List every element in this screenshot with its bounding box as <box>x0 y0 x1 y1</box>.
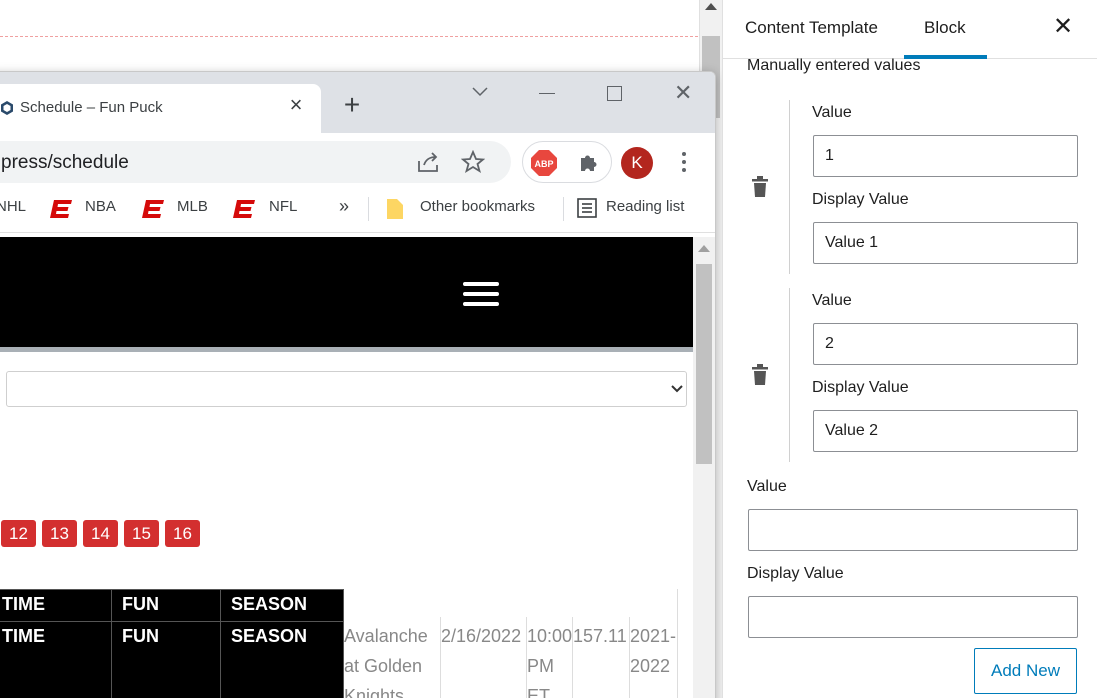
address-bar[interactable]: press/schedule <box>0 141 511 183</box>
table-cell-date: 2/16/2022 <box>441 626 522 646</box>
table-divider <box>677 589 678 698</box>
tab-close-icon[interactable]: × <box>286 94 306 116</box>
screen: Schedule – Fun Puck × + ✕ press/schedule <box>0 0 1097 698</box>
time-line: PM <box>527 656 554 676</box>
close-sidebar-icon[interactable]: ✕ <box>1053 15 1073 39</box>
sidebar-tabs: Content Template Block ✕ <box>723 0 1097 59</box>
bookmark-mlb[interactable]: MLB <box>177 198 208 215</box>
trash-icon[interactable] <box>751 364 769 386</box>
url-text: press/schedule <box>1 152 129 173</box>
bookmark-star-icon[interactable] <box>461 150 485 174</box>
value-input[interactable]: 2 <box>813 323 1078 365</box>
browser-window: Schedule – Fun Puck × + ✕ press/schedule <box>0 71 716 698</box>
schedule-filter-select[interactable] <box>6 371 687 407</box>
scroll-up-arrow-icon[interactable] <box>698 245 710 252</box>
site-favicon-icon <box>1 101 13 115</box>
tab-content-template[interactable]: Content Template <box>745 18 878 38</box>
value-input[interactable]: 1 <box>813 135 1078 177</box>
bookmark-nfl[interactable]: NFL <box>269 198 297 215</box>
page-button[interactable]: 13 <box>42 520 77 547</box>
bookmark-nba[interactable]: NBA <box>85 198 116 215</box>
browser-toolbar: press/schedule ABP K <box>0 133 715 185</box>
page-button[interactable]: 15 <box>124 520 159 547</box>
table-cell-fun: 157.11 <box>573 626 627 646</box>
profile-avatar[interactable]: K <box>621 147 653 179</box>
espn-icon <box>233 200 255 218</box>
page-button[interactable]: 16 <box>165 520 200 547</box>
matchup-line: Avalanche <box>344 626 428 646</box>
header-cell-time: TIME <box>0 621 112 698</box>
entry-group-border <box>789 288 790 462</box>
block-settings-sidebar: Content Template Block ✕ Manually entere… <box>722 0 1097 698</box>
value-label: Value <box>812 292 852 309</box>
other-bookmarks[interactable]: Other bookmarks <box>420 198 535 215</box>
reading-list[interactable]: Reading list <box>606 198 684 215</box>
header-cell-fun: FUN <box>111 621 221 698</box>
browser-menu-kebab-icon[interactable] <box>681 151 687 173</box>
season-line: 2022 <box>630 656 671 676</box>
abp-label: ABP <box>534 159 553 169</box>
new-display-value-input[interactable] <box>748 596 1078 638</box>
time-line: ET <box>527 686 551 698</box>
share-icon[interactable] <box>416 151 440 173</box>
display-value-label: Display Value <box>812 379 909 396</box>
chevron-down-icon <box>671 385 683 393</box>
time-line: 10:00 <box>527 626 573 646</box>
header-cell-fun: FUN <box>111 589 221 622</box>
section-title: Manually entered values <box>747 57 921 74</box>
site-header <box>0 237 693 352</box>
display-value-input[interactable]: Value 1 <box>813 222 1078 264</box>
season-line: 2021- <box>630 626 677 646</box>
entry-group-border <box>789 100 790 274</box>
espn-icon <box>142 200 164 218</box>
table-header-row: TIME FUN SEASON <box>0 621 344 698</box>
close-window-icon[interactable]: ✕ <box>674 82 692 104</box>
tab-search-chevron-icon[interactable] <box>471 86 489 98</box>
new-value-label: Value <box>747 478 787 495</box>
webpage-content: 12 13 14 15 16 TIME FUN SEASON TIME FUN … <box>0 237 693 698</box>
schedule-table: TIME FUN SEASON TIME FUN SEASON <box>0 589 344 698</box>
page-button[interactable]: 14 <box>83 520 118 547</box>
page-button[interactable]: 12 <box>1 520 36 547</box>
matchup-line: Knights <box>344 686 405 698</box>
block-boundary-dashed-line <box>0 36 698 37</box>
maximize-icon[interactable] <box>607 86 622 101</box>
new-tab-icon[interactable]: + <box>341 91 363 119</box>
more-bookmarks-chevron-icon[interactable]: » <box>339 196 349 217</box>
trash-icon[interactable] <box>751 176 769 198</box>
tab-block[interactable]: Block <box>924 18 966 38</box>
display-value-input[interactable]: Value 2 <box>813 410 1078 452</box>
table-cell-time: 10:00 PM ET <box>527 621 572 698</box>
page-scrollbar[interactable] <box>693 237 715 698</box>
tab-title: Schedule – Fun Puck <box>20 99 163 116</box>
bookmark-nhl[interactable]: NHL <box>0 198 26 215</box>
table-cell-season: 2021- 2022 <box>630 621 676 681</box>
adblock-plus-icon[interactable]: ABP <box>530 149 558 177</box>
bookmarks-bar: NHL NBA MLB NFL » Other bookmarks Readin… <box>0 185 715 233</box>
new-value-input[interactable] <box>748 509 1078 551</box>
page-scrollbar-thumb[interactable] <box>696 264 712 464</box>
tab-strip: Schedule – Fun Puck × + ✕ <box>0 72 715 133</box>
folder-icon <box>387 199 403 219</box>
minimize-icon[interactable] <box>539 93 555 94</box>
bookmark-separator <box>563 197 564 221</box>
header-cell-time: TIME <box>0 589 112 622</box>
add-new-button[interactable]: Add New <box>974 648 1077 694</box>
reading-list-icon <box>577 198 597 218</box>
value-label: Value <box>812 104 852 121</box>
extensions-puzzle-icon[interactable] <box>577 150 601 174</box>
header-cell-season: SEASON <box>220 589 344 622</box>
matchup-line: at Golden <box>344 656 423 676</box>
hamburger-menu-icon[interactable] <box>463 282 499 308</box>
scroll-up-arrow-icon[interactable] <box>705 3 717 10</box>
display-value-label: Display Value <box>812 191 909 208</box>
header-cell-season: SEASON <box>220 621 344 698</box>
browser-tab[interactable]: Schedule – Fun Puck × <box>0 84 321 133</box>
table-header-row: TIME FUN SEASON <box>0 589 344 622</box>
new-display-value-label: Display Value <box>747 565 844 582</box>
bookmark-separator <box>368 197 369 221</box>
table-cell-matchup: Avalanche at Golden Knights <box>344 621 428 698</box>
espn-icon <box>50 200 72 218</box>
